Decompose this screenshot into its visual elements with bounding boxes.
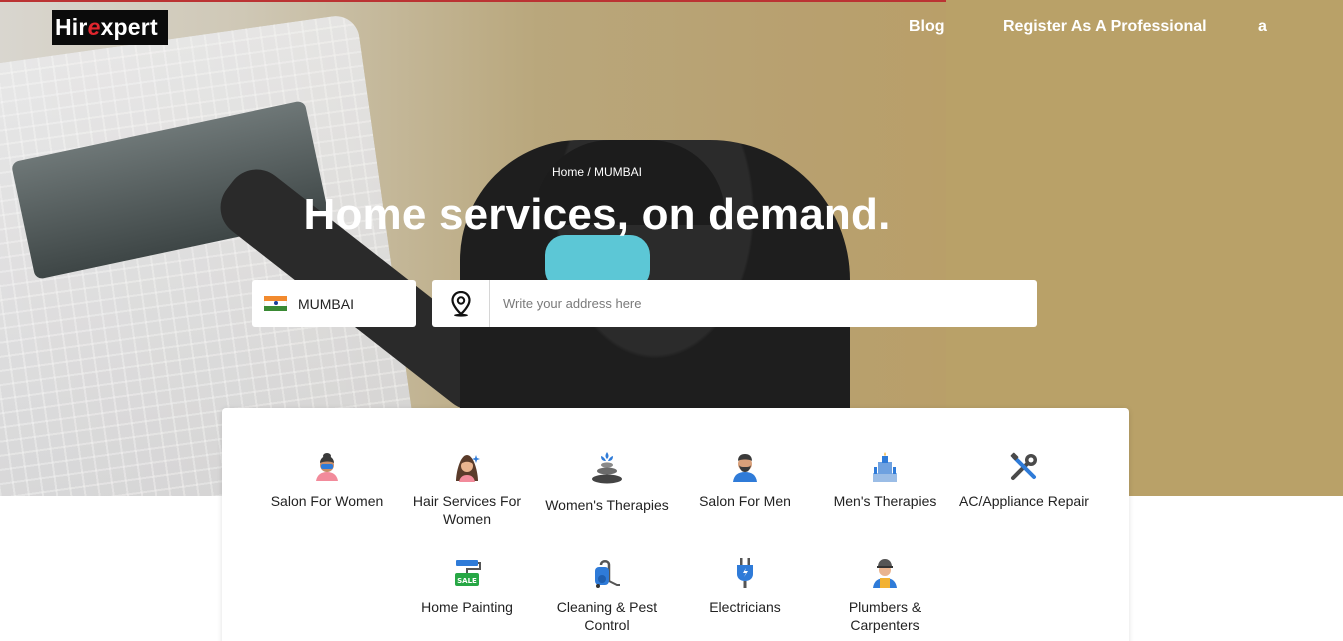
location-pin-icon [432, 280, 490, 327]
hair-icon [450, 450, 484, 484]
address-input[interactable] [490, 280, 1037, 327]
logo-text-part1: Hir [55, 14, 88, 40]
category-plumbers[interactable]: Plumbers & Carpenters [815, 556, 955, 634]
plug-icon [728, 556, 762, 590]
logo[interactable]: Hirexpert [52, 10, 168, 45]
page-title: Home services, on demand. [303, 190, 891, 239]
breadcrumb: Home / MUMBAI [551, 165, 642, 179]
category-label: AC/Appliance Repair [959, 493, 1089, 509]
category-label: Hair Services For Women [412, 493, 522, 527]
man-beard-icon [728, 450, 762, 484]
nav-user-menu[interactable]: a [1258, 18, 1267, 36]
category-cleaning[interactable]: Cleaning & Pest Control [537, 556, 677, 634]
category-hair-women[interactable]: Hair Services For Women [397, 450, 537, 528]
category-label: Cleaning & Pest Control [556, 599, 658, 633]
category-label: Salon For Men [699, 493, 791, 509]
category-salon-men[interactable]: Salon For Men [675, 450, 815, 510]
city-selector[interactable]: MUMBAI [252, 280, 416, 327]
spa-stones-icon [590, 450, 624, 484]
city-name: MUMBAI [298, 295, 354, 312]
worker-icon [868, 556, 902, 590]
therapy-icon [868, 450, 902, 484]
category-label: Salon For Women [270, 493, 384, 509]
category-women-therapies[interactable]: Women's Therapies [537, 450, 677, 514]
category-label: Home Painting [421, 599, 513, 615]
vacuum-icon [590, 556, 624, 590]
category-label: Electricians [709, 599, 781, 615]
svg-text:SALE: SALE [457, 577, 477, 585]
category-men-therapies[interactable]: Men's Therapies [815, 450, 955, 510]
category-electricians[interactable]: Electricians [675, 556, 815, 616]
category-label: Women's Therapies [545, 497, 669, 513]
category-home-painting[interactable]: SALE Home Painting [397, 556, 537, 616]
tools-icon [1007, 450, 1041, 484]
india-flag-icon [264, 296, 287, 311]
category-card: Salon For Women Hair Services For Women [222, 408, 1129, 641]
category-label: Plumbers & Carpenters [848, 599, 922, 633]
category-salon-women[interactable]: Salon For Women [257, 450, 397, 510]
logo-text-accent: e [87, 14, 101, 40]
paint-roller-icon: SALE [450, 556, 484, 590]
nav-blog-link[interactable]: Blog [909, 18, 945, 36]
logo-text-part2: xpert [100, 14, 158, 40]
category-label: Men's Therapies [833, 493, 937, 509]
woman-face-icon [310, 450, 344, 484]
nav-register-link[interactable]: Register As A Professional [1003, 18, 1207, 36]
page: Hirexpert Blog Register As A Professiona… [0, 0, 1343, 641]
address-search [432, 280, 1037, 327]
category-ac-repair[interactable]: AC/Appliance Repair [954, 450, 1094, 510]
